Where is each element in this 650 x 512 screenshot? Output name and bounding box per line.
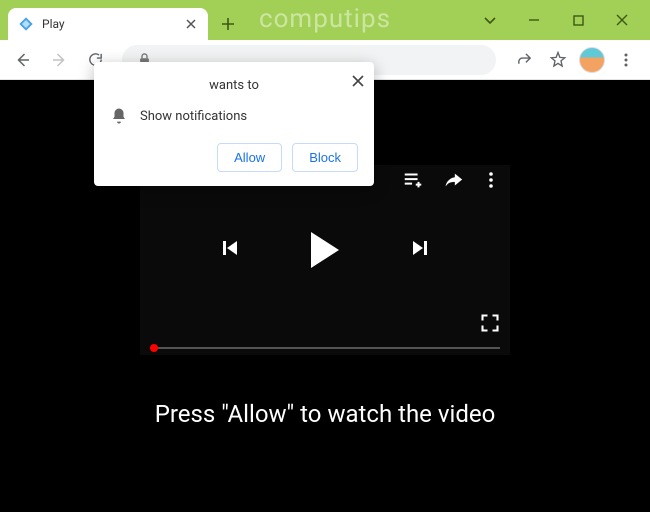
play-icon — [311, 232, 339, 268]
toolbar-right — [508, 44, 642, 76]
dialog-heading: wants to — [110, 78, 358, 93]
player-controls — [140, 165, 510, 335]
window-controls — [470, 5, 642, 35]
titlebar: computips Play — [0, 0, 650, 40]
video-player[interactable] — [140, 165, 510, 355]
menu-icon[interactable] — [610, 44, 642, 76]
forward-button[interactable] — [44, 45, 74, 75]
back-button[interactable] — [8, 45, 38, 75]
block-button[interactable]: Block — [292, 143, 358, 172]
new-tab-button[interactable] — [214, 10, 242, 38]
next-track-icon[interactable] — [409, 236, 433, 264]
browser-tab[interactable]: Play — [8, 8, 208, 40]
permission-message: Show notifications — [140, 109, 247, 124]
profile-avatar[interactable] — [576, 44, 608, 76]
avatar-icon — [579, 47, 605, 73]
dialog-close-icon[interactable] — [352, 72, 364, 91]
share-icon[interactable] — [508, 44, 540, 76]
play-button[interactable] — [311, 232, 339, 268]
previous-track-icon[interactable] — [217, 236, 241, 264]
close-tab-icon[interactable] — [184, 17, 198, 31]
tab-strip: Play — [0, 0, 470, 40]
bookmark-icon[interactable] — [542, 44, 574, 76]
progress-thumb[interactable] — [150, 344, 158, 352]
allow-button[interactable]: Allow — [217, 143, 282, 172]
permission-row: Show notifications — [110, 107, 358, 125]
tab-favicon — [18, 16, 34, 32]
close-window-button[interactable] — [602, 5, 642, 35]
tab-title: Play — [42, 17, 176, 31]
window-more-icon[interactable] — [470, 5, 510, 35]
progress-bar[interactable] — [150, 347, 500, 349]
maximize-button[interactable] — [558, 5, 598, 35]
dialog-actions: Allow Block — [110, 143, 358, 172]
minimize-button[interactable] — [514, 5, 554, 35]
notification-permission-dialog: wants to Show notifications Allow Block — [94, 62, 374, 186]
instruction-text: Press "Allow" to watch the video — [0, 400, 650, 428]
fullscreen-icon[interactable] — [480, 313, 500, 337]
bell-icon — [110, 107, 128, 125]
